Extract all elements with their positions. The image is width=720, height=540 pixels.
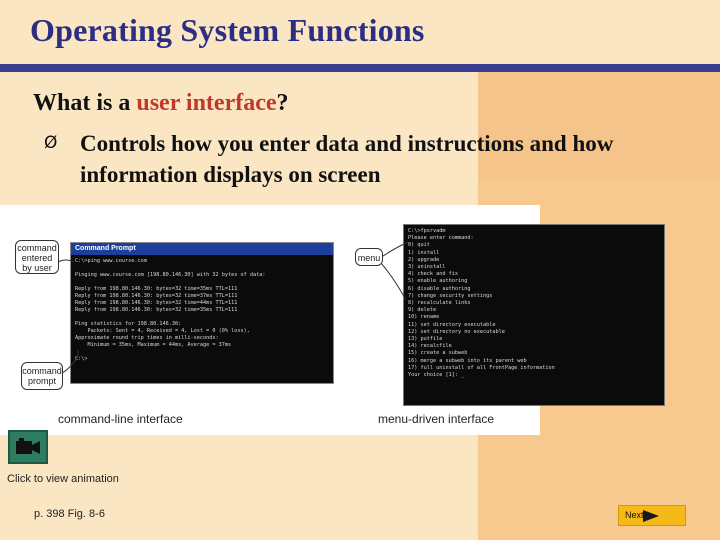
caption-command-line: command-line interface <box>58 412 183 426</box>
video-camera-icon <box>16 438 40 454</box>
callout-command-prompt: command prompt <box>21 362 63 390</box>
callout-leader-lines <box>57 241 409 376</box>
next-button[interactable]: Next <box>618 505 686 526</box>
callout-menu: menu <box>355 248 383 266</box>
callout-command-entered: command entered by user <box>15 240 59 274</box>
caption-menu-driven: menu-driven interface <box>378 412 495 426</box>
page-reference: p. 398 Fig. 8-6 <box>34 508 105 520</box>
animation-label[interactable]: Click to view animation <box>7 473 119 485</box>
animation-button[interactable] <box>8 430 48 464</box>
arrow-right-icon <box>643 510 659 522</box>
